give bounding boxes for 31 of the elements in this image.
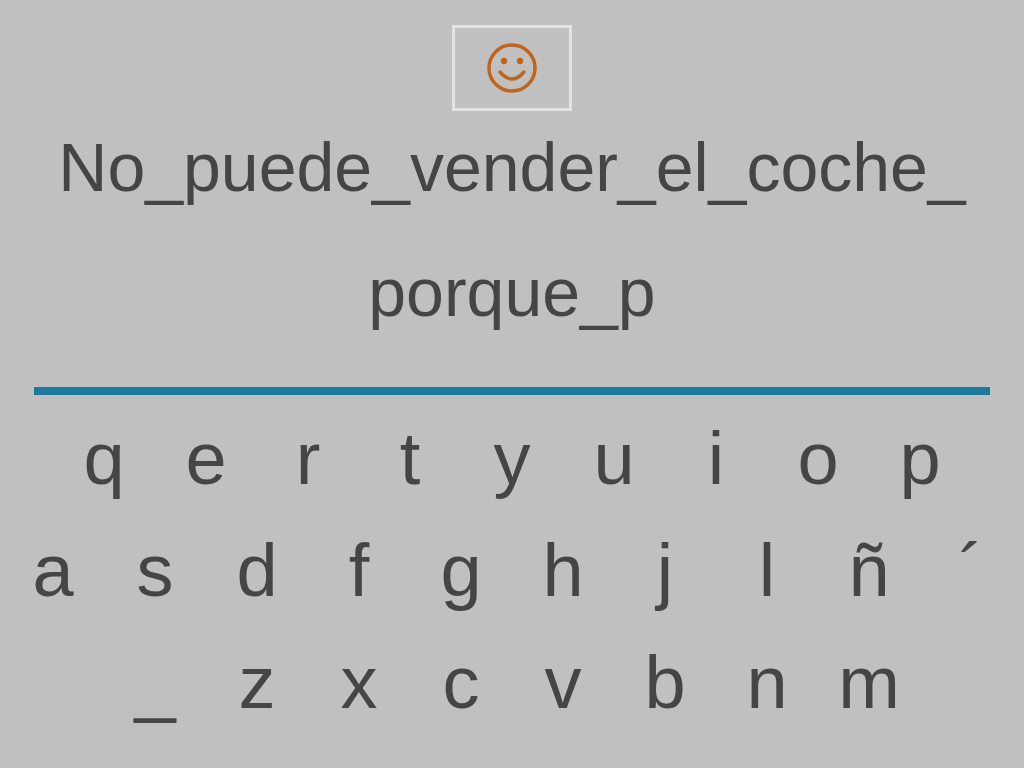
letter-key[interactable]: x [308, 633, 410, 733]
letter-key[interactable]: s [104, 521, 206, 621]
letter-key[interactable]: g [410, 521, 512, 621]
letter-key[interactable]: f [308, 521, 410, 621]
letter-key[interactable]: e [155, 409, 257, 509]
letter-key[interactable]: _ [104, 633, 206, 733]
letter-key[interactable]: b [614, 633, 716, 733]
letter-key[interactable]: l [716, 521, 818, 621]
letter-key[interactable]: a [2, 521, 104, 621]
letter-key[interactable]: u [563, 409, 665, 509]
letter-key[interactable]: n [716, 633, 818, 733]
letter-key[interactable]: o [767, 409, 869, 509]
letter-key[interactable]: ñ [818, 521, 920, 621]
phrase-text: porque_p [368, 253, 656, 332]
letter-key[interactable]: q [53, 409, 155, 509]
letter-key[interactable]: r [257, 409, 359, 509]
letter-key[interactable]: v [512, 633, 614, 733]
letter-key[interactable]: ´ [920, 521, 1022, 621]
letter-key[interactable]: d [206, 521, 308, 621]
letter-key[interactable]: c [410, 633, 512, 733]
letter-key[interactable]: i [665, 409, 767, 509]
smiley-icon [486, 42, 538, 94]
smiley-button[interactable] [452, 25, 572, 111]
letter-key[interactable]: t [359, 409, 461, 509]
phrase-text: No_puede_vender_el_coche_ [58, 128, 966, 207]
letter-key[interactable]: y [461, 409, 563, 509]
letter-key[interactable]: j [614, 521, 716, 621]
letter-key[interactable]: p [869, 409, 971, 509]
letter-key[interactable]: h [512, 521, 614, 621]
letter-key[interactable]: m [818, 633, 920, 733]
letter-key[interactable]: z [206, 633, 308, 733]
